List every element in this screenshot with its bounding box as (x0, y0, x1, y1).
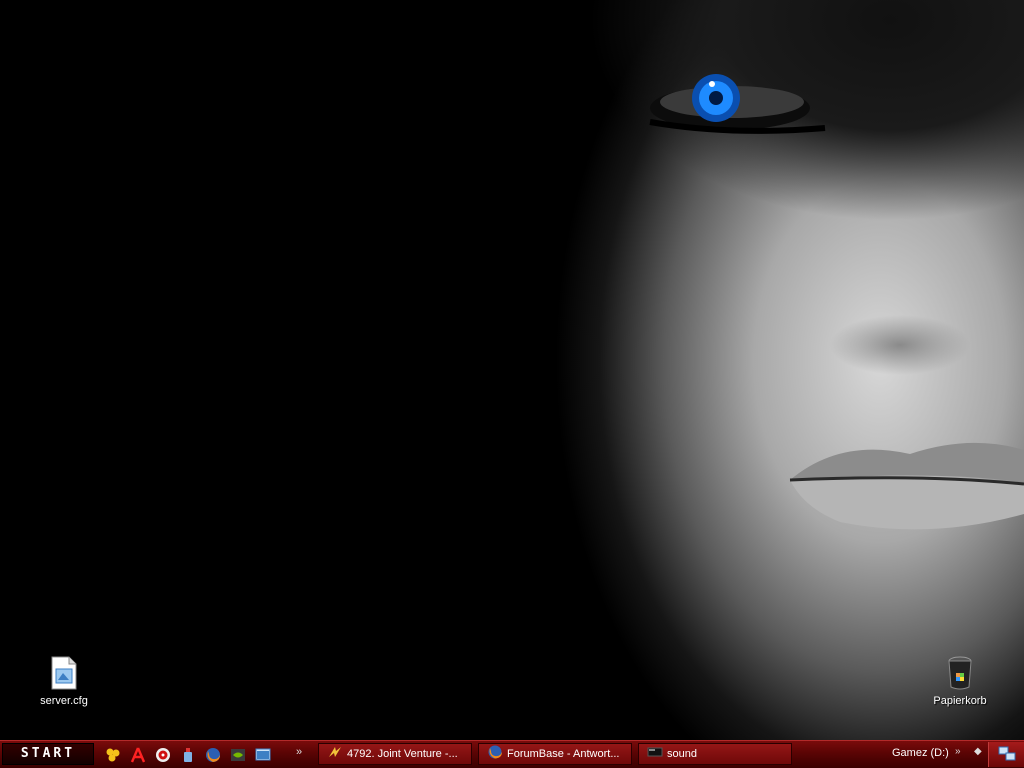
firefox-icon (488, 745, 502, 759)
wallpaper-hair (470, 0, 1024, 320)
taskbar-button-label: sound (667, 748, 697, 760)
wallpaper-eye (649, 74, 826, 134)
media-player-icon[interactable] (154, 746, 172, 764)
window-icon (647, 747, 663, 757)
quick-launch-overflow-button[interactable]: » (296, 746, 302, 758)
wallpaper-lips (789, 442, 1024, 530)
desktop-icon-server-cfg[interactable]: server.cfg (19, 656, 109, 707)
desktop-icon-recycle-bin[interactable]: Papierkorb (915, 656, 1005, 707)
taskbar-button-label: 4792. Joint Venture -... (347, 748, 458, 760)
wallpaper-nose (820, 300, 980, 380)
app-icon (329, 747, 341, 757)
nvidia-icon[interactable] (229, 746, 247, 764)
quick-launch-bar (104, 744, 272, 766)
start-button[interactable]: START (2, 743, 94, 765)
network-icon[interactable] (998, 746, 1016, 762)
firefox-icon[interactable] (204, 746, 222, 764)
taskbar-button-label: ForumBase - Antwort... (507, 748, 620, 760)
show-desktop-icon[interactable] (254, 746, 272, 764)
recycle-bin-icon (948, 656, 972, 690)
desktop-icon-label: Papierkorb (933, 695, 987, 707)
cleaner-icon[interactable] (179, 746, 197, 764)
config-file-icon (51, 656, 77, 690)
taskbar-button-forumbase[interactable]: ForumBase - Antwort... (478, 743, 632, 765)
taskbar-button-joint-venture[interactable]: 4792. Joint Venture -... (318, 743, 472, 765)
pdf-reader-icon[interactable] (129, 746, 147, 764)
taskbar-button-sound[interactable]: sound (638, 743, 792, 765)
taskbar: START » 4792. Joint Venture -... ForumBa… (0, 740, 1024, 768)
toolbar-overflow-button[interactable]: » (955, 746, 961, 757)
tray-app-icon[interactable] (104, 746, 122, 764)
drive-toolbar-label[interactable]: Gamez (D:) (892, 747, 949, 759)
toolbar-menu-button[interactable]: ◆ (974, 746, 982, 757)
desktop-icon-label: server.cfg (40, 695, 88, 707)
system-tray (988, 742, 1024, 767)
desktop-wallpaper (0, 0, 1024, 740)
